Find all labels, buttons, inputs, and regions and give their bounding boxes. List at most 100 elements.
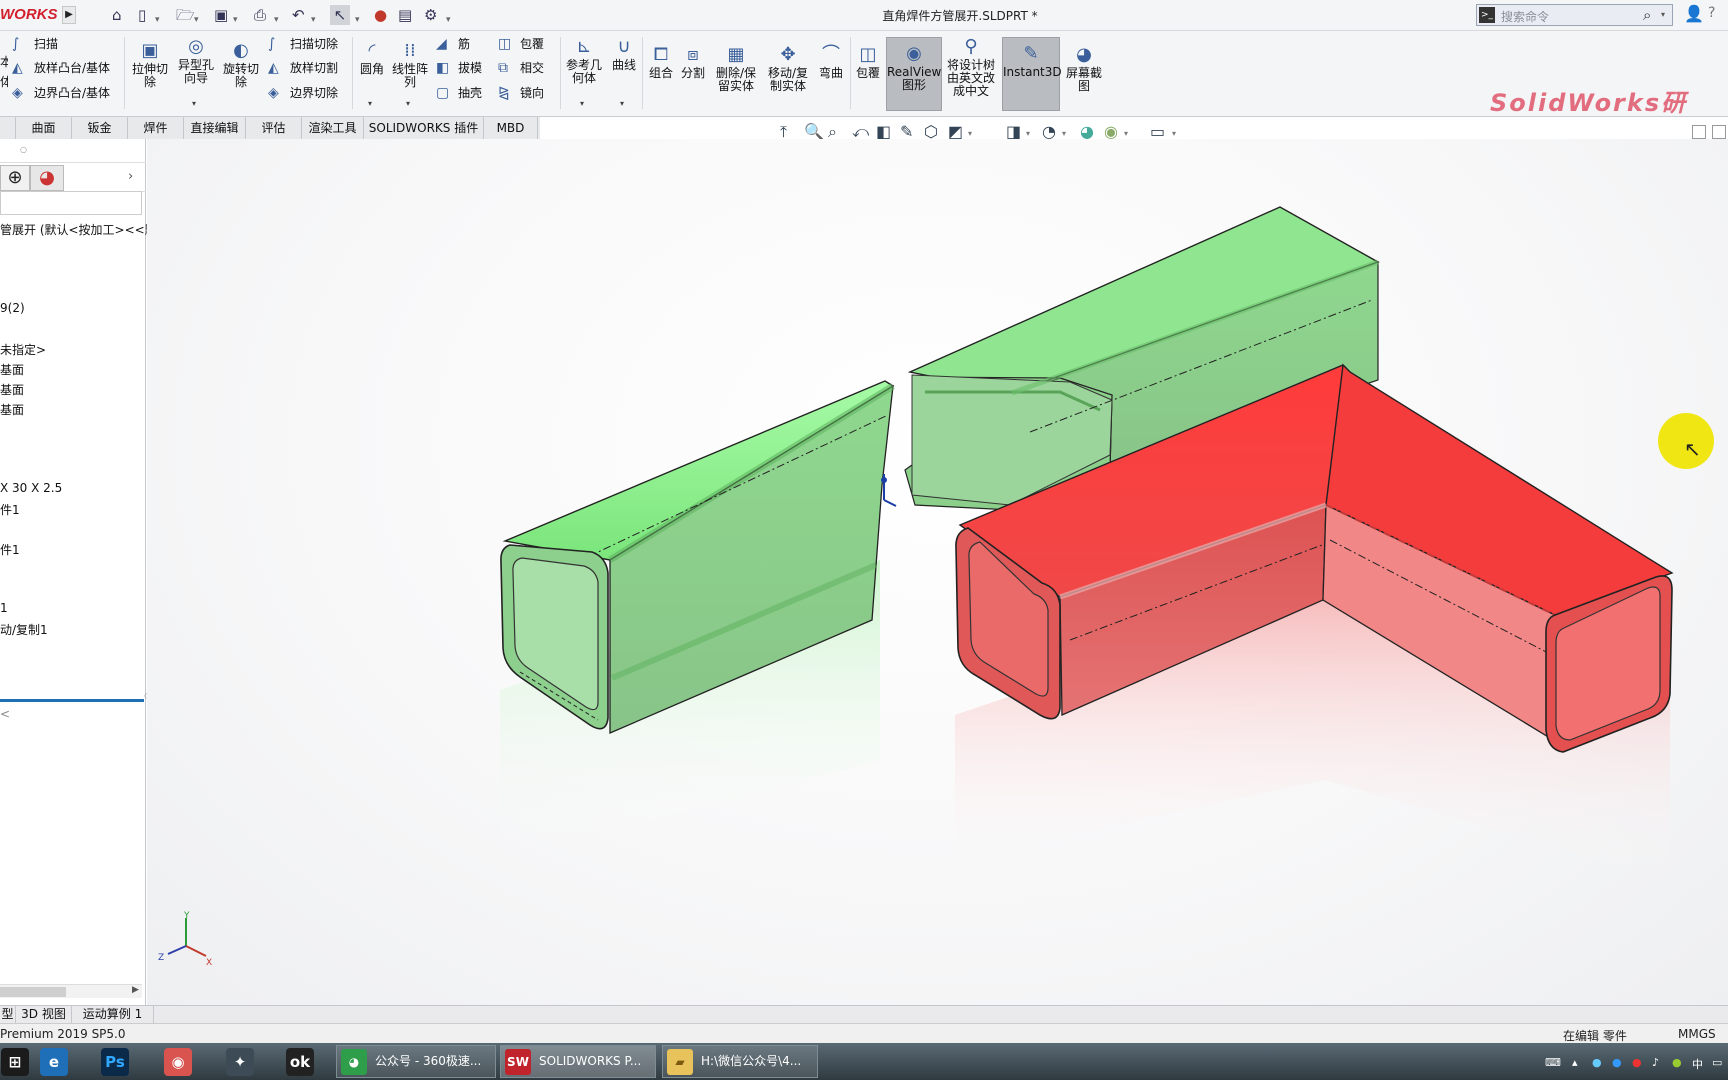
- tree-item-trim1[interactable]: 件1: [0, 501, 20, 518]
- tab-surfaces[interactable]: 曲面: [16, 117, 72, 139]
- tray-app-icon[interactable]: ●: [1672, 1056, 1682, 1069]
- wrap-feature-button[interactable]: ◫ 包覆: [498, 34, 544, 54]
- combine-button[interactable]: ⧠ 组合: [646, 45, 676, 80]
- hole-wizard-dropdown-icon[interactable]: ▾: [192, 99, 196, 108]
- tab-direct-editing[interactable]: 直接编辑: [184, 117, 246, 139]
- task-solidworks[interactable]: SW SOLIDWORKS P...: [500, 1045, 656, 1078]
- menu-expand-arrow[interactable]: ▶: [62, 6, 76, 24]
- tab-solidworks-addins[interactable]: SOLIDWORKS 插件: [364, 117, 484, 139]
- realview-graphics-button[interactable]: ◉ RealView图形: [886, 37, 942, 111]
- tab-render-tools[interactable]: 渲染工具: [302, 117, 364, 139]
- select-icon[interactable]: ↖: [330, 5, 350, 25]
- pane-collapse-dot[interactable]: ○: [20, 145, 27, 154]
- tree-filter-input[interactable]: [0, 191, 142, 215]
- rib-button[interactable]: ◢ 筋: [436, 34, 470, 54]
- file-properties-icon[interactable]: ▤: [398, 5, 412, 25]
- tree-item[interactable]: 9(2): [0, 301, 25, 315]
- tree-item-front-plane[interactable]: 基面: [0, 361, 24, 378]
- 3d-model-render[interactable]: [147, 139, 1728, 1005]
- revolve-cut-button[interactable]: ◐ 旋转切除: [219, 41, 263, 89]
- intersect-button[interactable]: ⧉ 相交: [498, 58, 544, 78]
- reference-geometry-button[interactable]: ⊾ 参考几何体: [562, 37, 606, 85]
- save-icon[interactable]: ▣: [214, 5, 228, 25]
- ie-browser-icon[interactable]: e: [40, 1048, 68, 1076]
- extrude-cut-button[interactable]: ▣ 拉伸切除: [128, 41, 172, 89]
- status-unit-system[interactable]: MMGS: [1678, 1027, 1716, 1041]
- recorder-app-icon[interactable]: ok: [286, 1048, 314, 1076]
- task-360-browser[interactable]: ◕ 公众号 - 360极速...: [336, 1045, 496, 1078]
- tree-item-material[interactable]: 未指定>: [0, 341, 46, 358]
- tree-item-profile[interactable]: X 30 X 2.5: [0, 481, 62, 495]
- tab-weldments[interactable]: 焊件: [128, 117, 184, 139]
- tab-model[interactable]: 型: [0, 1006, 16, 1024]
- new-document-icon[interactable]: ▯: [138, 5, 146, 25]
- tab-partial[interactable]: [0, 117, 16, 139]
- scrollbar-thumb[interactable]: [0, 987, 66, 997]
- curves-button[interactable]: ∪ 曲线: [608, 37, 640, 72]
- tree-root-part[interactable]: 管展开 (默认<按加工><<默: [0, 221, 157, 238]
- options-gear-icon[interactable]: ⚙: [424, 5, 437, 25]
- tree-item-top-plane[interactable]: 基面: [0, 381, 24, 398]
- boundary-boss-button[interactable]: ◈ 边界凸台/基体: [12, 83, 110, 103]
- tab-sheet-metal[interactable]: 钣金: [72, 117, 128, 139]
- hole-wizard-button[interactable]: ◎ 异型孔向导: [174, 37, 218, 85]
- tab-mbd[interactable]: MBD: [484, 117, 538, 139]
- shell-button[interactable]: ▢ 抽壳: [436, 83, 482, 103]
- rollback-bar[interactable]: [0, 699, 144, 702]
- tree-item-right-plane[interactable]: 基面: [0, 401, 24, 418]
- pane-more-chevron-icon[interactable]: ›: [128, 169, 133, 184]
- property-manager-tab-icon[interactable]: ⊕: [0, 165, 30, 191]
- new-dropdown-icon[interactable]: ▾: [155, 10, 160, 30]
- instant3d-button[interactable]: ✎ Instant3D: [1002, 37, 1062, 111]
- undo-icon[interactable]: ↶: [292, 5, 305, 25]
- save-dropdown-icon[interactable]: ▾: [233, 10, 238, 30]
- viewport-split-icon[interactable]: [1692, 125, 1706, 139]
- boundary-cut-button[interactable]: ◈ 边界切除: [268, 83, 338, 103]
- fillet-dropdown-icon[interactable]: ▾: [368, 99, 372, 108]
- photoshop-icon[interactable]: Ps: [101, 1048, 129, 1076]
- draft-button[interactable]: ◧ 拔模: [436, 58, 482, 78]
- tray-sound-icon[interactable]: ♪: [1652, 1056, 1659, 1069]
- home-icon[interactable]: ⌂: [112, 5, 122, 25]
- media-app-icon[interactable]: ◉: [164, 1048, 192, 1076]
- search-dropdown-icon[interactable]: ▾: [1661, 10, 1665, 19]
- help-icon[interactable]: ?: [1708, 5, 1715, 21]
- search-commands-box[interactable]: >_ 搜索命令 ⌕ ▾: [1476, 4, 1673, 26]
- select-dropdown-icon[interactable]: ▾: [355, 10, 360, 30]
- options-dropdown-icon[interactable]: ▾: [446, 10, 451, 30]
- tray-ime-icon[interactable]: 中: [1692, 1056, 1703, 1072]
- open-dropdown-icon[interactable]: ▾: [194, 10, 199, 30]
- search-input[interactable]: 搜索命令: [1501, 8, 1549, 25]
- solidworks-logo[interactable]: WORKS: [0, 4, 58, 26]
- move-copy-body-button[interactable]: ✥ 移动/复制实体: [764, 45, 812, 93]
- horizontal-scrollbar[interactable]: ▶: [0, 984, 142, 998]
- graphics-area[interactable]: ↖: [147, 139, 1728, 1005]
- lofted-cut-button[interactable]: ◭ 放样切割: [268, 58, 338, 78]
- delete-keep-body-button[interactable]: ▦ 删除/保留实体: [712, 45, 760, 93]
- tool-app-icon[interactable]: ✦: [226, 1048, 254, 1076]
- start-button-icon[interactable]: ⊞: [1, 1048, 29, 1076]
- open-folder-icon[interactable]: 🗁: [176, 5, 195, 25]
- translate-tree-button[interactable]: ⚲ 将设计树由英文改成中文: [946, 37, 996, 98]
- tray-record-icon[interactable]: ●: [1632, 1056, 1642, 1069]
- fillet-button[interactable]: ◜ 圆角: [354, 41, 390, 76]
- tab-evaluate[interactable]: 评估: [246, 117, 302, 139]
- keyboard-tray-icon[interactable]: ⌨: [1545, 1056, 1561, 1069]
- user-account-icon[interactable]: 👤: [1684, 4, 1704, 23]
- flex-button[interactable]: ⌒ 弯曲: [816, 45, 846, 80]
- tab-motion-study[interactable]: 运动算例 1: [72, 1006, 154, 1024]
- viewport-maximize-icon[interactable]: [1712, 125, 1726, 139]
- tray-arrow-icon[interactable]: ▴: [1572, 1056, 1578, 1069]
- tab-3d-views[interactable]: 3D 视图: [16, 1006, 72, 1024]
- loft-boss-button[interactable]: ◭ 放样凸台/基体: [12, 58, 110, 78]
- tree-item-move-copy[interactable]: 动/复制1: [0, 621, 48, 638]
- sweep-boss-button[interactable]: ∫ 扫描: [12, 34, 58, 54]
- scroll-right-arrow-icon[interactable]: ▶: [132, 985, 139, 995]
- linear-pattern-button[interactable]: ⁞⁞ 线性阵列: [390, 41, 430, 89]
- tree-item-feature[interactable]: 1: [0, 601, 8, 615]
- task-file-explorer[interactable]: ▰ H:\微信公众号\4...: [662, 1045, 818, 1078]
- split-button[interactable]: ⧈ 分割: [678, 45, 708, 80]
- undo-dropdown-icon[interactable]: ▾: [311, 10, 316, 30]
- rebuild-icon[interactable]: ●: [374, 5, 387, 25]
- mirror-button[interactable]: ⧎ 镜向: [498, 83, 544, 103]
